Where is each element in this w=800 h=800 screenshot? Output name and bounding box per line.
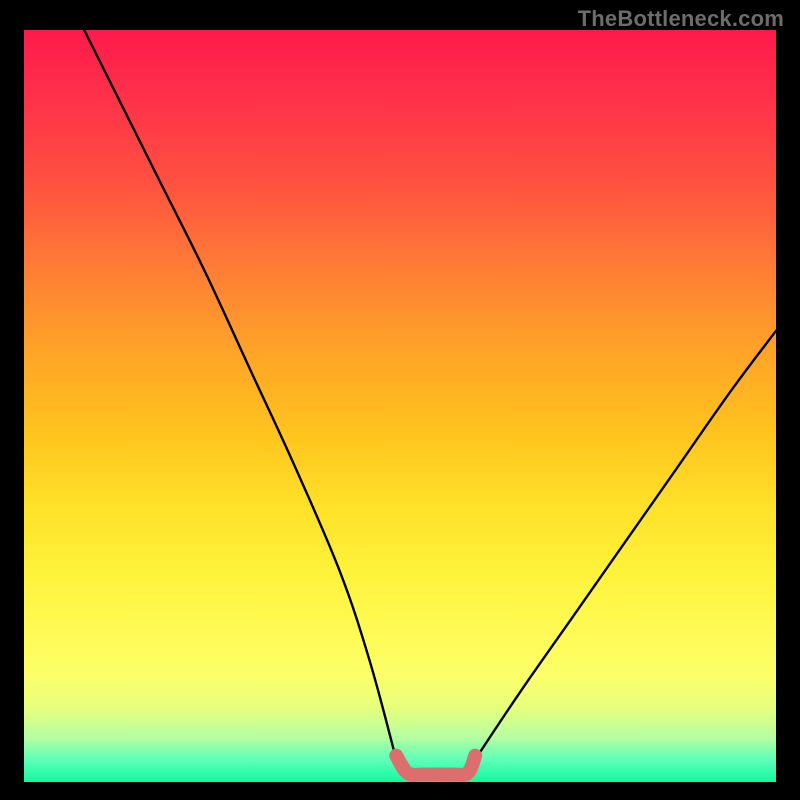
chart-container: TheBottleneck.com [0,0,800,800]
series-left-curve [84,30,396,759]
marker-0 [390,750,402,762]
watermark-text: TheBottleneck.com [578,6,784,32]
plot-area [24,30,776,782]
curves-svg [24,30,776,782]
series-flat-pink-segment [396,756,475,775]
series-right-curve [475,331,776,760]
marker-1 [469,750,481,762]
